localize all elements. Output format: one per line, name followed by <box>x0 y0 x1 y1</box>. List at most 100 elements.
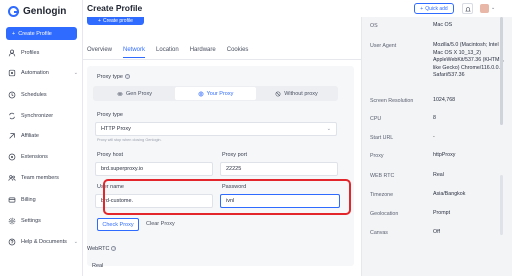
sidebar: Genlogin + Create Profile Profiles Autom… <box>0 0 83 276</box>
sidebar-item-billing[interactable]: Billing <box>8 196 78 204</box>
chevron-down-icon[interactable]: ⌄ <box>491 5 495 11</box>
avatar[interactable] <box>480 4 489 13</box>
check-proxy-button[interactable]: Check Proxy <box>97 218 139 231</box>
topbar: Create Profile + Quick add ⌄ <box>83 0 512 17</box>
help-icon: ? <box>124 74 130 80</box>
proxy-type-value: HTTP Proxy <box>101 126 131 132</box>
detail-key-proxy: Proxy <box>370 153 384 159</box>
plus-icon: + <box>420 5 424 12</box>
detail-value-os: Mac OS <box>433 22 453 28</box>
chevron-down-icon: ⌄ <box>73 239 78 245</box>
gen-proxy-option[interactable]: Gen Proxy <box>94 87 175 100</box>
gear-icon <box>8 217 16 225</box>
detail-key-os: OS <box>370 23 378 29</box>
proxy-hint: Proxy will stop when closing Genlogin. <box>97 138 162 142</box>
sidebar-item-synchronizer[interactable]: Synchronizer <box>8 112 78 120</box>
sidebar-item-help-documents[interactable]: Help & Documents ⌄ <box>8 238 78 246</box>
sidebar-item-label: Extensions <box>21 154 48 160</box>
no-proxy-icon <box>275 91 281 96</box>
detail-key-canvas: Canvas <box>370 230 388 236</box>
sidebar-item-label: Schedules <box>21 92 47 98</box>
sidebar-item-label: Team members <box>21 175 59 181</box>
help-icon: ? <box>111 246 117 252</box>
main-panel: + Create profile Overview Network Locati… <box>83 17 361 276</box>
detail-value-proxy: httpProxy <box>433 152 456 158</box>
tab-location[interactable]: Location <box>156 47 179 58</box>
details-scrollbar[interactable] <box>500 17 503 125</box>
link-icon <box>117 92 123 95</box>
profile-tabs: Overview Network Location Hardware Cooki… <box>87 47 248 58</box>
webrtc-label: WebRTC? <box>87 246 117 252</box>
chevron-down-icon: ⌄ <box>73 70 78 76</box>
sidebar-item-extensions[interactable]: Extensions <box>8 153 78 161</box>
detail-value-start-url: - <box>433 134 435 140</box>
detail-key-timezone: Timezone <box>370 192 394 198</box>
proxy-type-heading: Proxy type? <box>97 74 130 80</box>
detail-value-webrtc: Real <box>433 172 444 178</box>
sidebar-item-label: Billing <box>21 197 36 203</box>
proxy-port-value: 22225 <box>226 166 242 172</box>
proxy-type-select[interactable]: HTTP Proxy ⌄ <box>95 122 337 136</box>
profile-details-panel: OS Mac OS User Agent Mozilla/5.0 (Macint… <box>361 17 512 276</box>
sync-icon <box>8 112 16 120</box>
sidebar-item-label: Synchronizer <box>21 113 54 119</box>
without-proxy-option[interactable]: Without proxy <box>256 87 337 100</box>
proxy-port-input[interactable]: 22225 <box>220 162 338 176</box>
detail-key-user-agent: User Agent <box>370 43 397 49</box>
without-proxy-label: Without proxy <box>284 90 318 97</box>
automation-icon <box>8 69 16 77</box>
webrtc-value[interactable]: Real <box>92 263 103 269</box>
sidebar-item-team-members[interactable]: Team members <box>8 174 78 182</box>
details-scrollbar-track[interactable] <box>500 175 503 235</box>
chevron-down-icon: ⌄ <box>326 126 331 132</box>
sidebar-item-label: Profiles <box>21 50 40 56</box>
sidebar-item-settings[interactable]: Settings <box>8 217 78 225</box>
detail-value-user-agent: Mozilla/5.0 (Macintosh; Intel Mac OS X 1… <box>433 42 504 79</box>
proxy-host-input[interactable]: brd.superproxy.io <box>95 162 213 176</box>
tabs-divider <box>83 59 361 60</box>
proxy-type-field-label: Proxy type <box>97 112 123 118</box>
sidebar-item-automation[interactable]: Automation ⌄ <box>8 69 78 77</box>
sidebar-item-profiles[interactable]: Profiles <box>8 49 78 57</box>
sidebar-item-schedules[interactable]: Schedules <box>8 91 78 99</box>
profile-icon <box>8 49 16 57</box>
sidebar-item-label: Affiliate <box>21 133 39 139</box>
webrtc-label-text: WebRTC <box>87 246 110 252</box>
proxy-type-heading-label: Proxy type <box>97 74 123 80</box>
plus-icon: + <box>12 30 16 37</box>
bell-icon <box>464 6 471 11</box>
your-proxy-option[interactable]: Your Proxy <box>175 87 256 100</box>
billing-icon <box>8 196 16 204</box>
create-profile-label: Create Profile <box>18 30 52 37</box>
sidebar-item-label: Automation <box>21 70 49 76</box>
detail-key-start-url: Start URL <box>370 135 394 141</box>
plus-icon: + <box>98 18 101 24</box>
globe-icon <box>198 91 204 96</box>
quick-add-button[interactable]: + Quick add <box>414 3 454 14</box>
clear-proxy-button[interactable]: Clear Proxy <box>146 221 175 227</box>
tab-overview[interactable]: Overview <box>87 47 112 58</box>
team-icon <box>8 174 16 182</box>
tab-cookies[interactable]: Cookies <box>227 47 249 58</box>
quick-add-label: Quick add <box>425 5 448 12</box>
proxy-host-value: brd.superproxy.io <box>101 166 144 172</box>
detail-key-screen-resolution: Screen Resolution <box>370 98 414 104</box>
proxy-port-label: Proxy port <box>222 152 248 158</box>
logo: Genlogin <box>8 6 66 17</box>
detail-value-cpu: 8 <box>433 115 436 121</box>
affiliate-icon <box>8 132 16 140</box>
notification-button[interactable] <box>462 3 473 14</box>
create-profile-submit-button[interactable]: + Create profile <box>87 17 144 25</box>
gen-proxy-label: Gen Proxy <box>126 90 152 97</box>
sidebar-item-label: Settings <box>21 218 41 224</box>
tab-hardware[interactable]: Hardware <box>190 47 216 58</box>
tab-network[interactable]: Network <box>123 47 146 58</box>
app-name: Genlogin <box>23 6 67 17</box>
proxy-host-label: Proxy host <box>97 152 123 158</box>
detail-value-canvas: Off <box>433 229 440 235</box>
detail-key-cpu: CPU <box>370 116 382 122</box>
sidebar-item-affiliate[interactable]: Affiliate <box>8 132 78 140</box>
credentials-highlight-box <box>103 179 351 215</box>
proxy-type-switch: Gen Proxy Your Proxy Without proxy <box>93 86 338 101</box>
create-profile-button[interactable]: + Create Profile <box>6 27 77 40</box>
